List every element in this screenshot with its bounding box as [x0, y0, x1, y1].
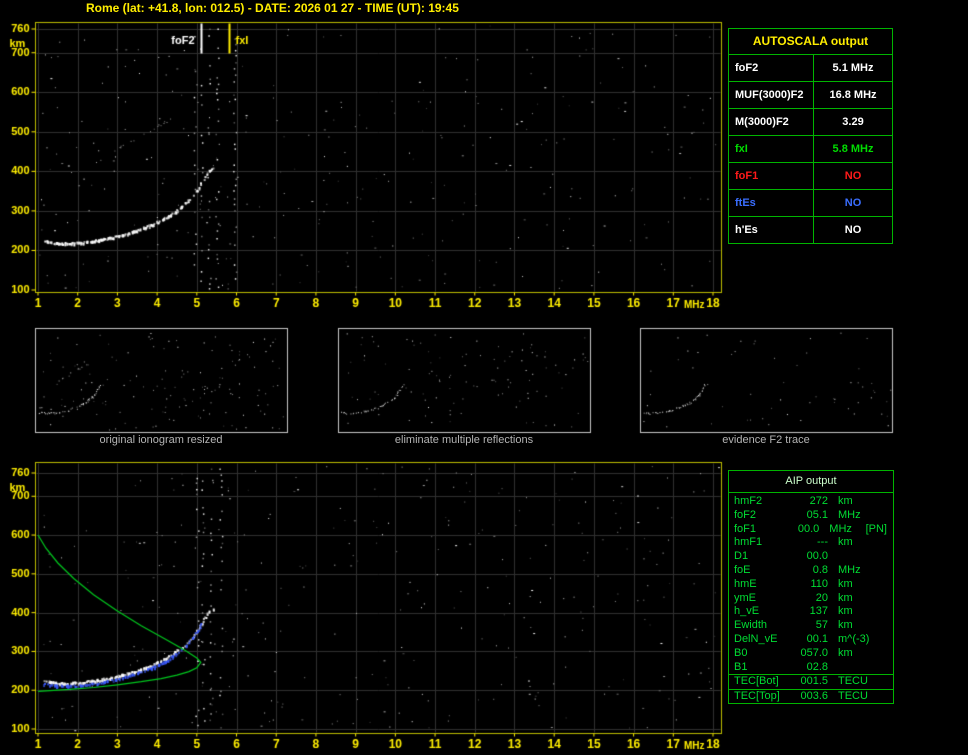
autoscala-table-row: foF2 5.1 MHz: [729, 55, 892, 81]
param-label: foF2: [735, 62, 759, 74]
param-label: ftEs: [735, 197, 756, 209]
autoscala-table-row: fxI 5.8 MHz: [729, 135, 892, 162]
autoscala-table-row: MUF(3000)F2 16.8 MHz: [729, 81, 892, 108]
aip-table-row: B0 057.0 km: [729, 647, 893, 661]
param-unit: km: [838, 495, 853, 507]
param-unit: [828, 661, 878, 675]
param-note: [PN]: [865, 522, 887, 535]
autoscala-screen: Rome (lat: +41.8, lon: 012.5) - DATE: 20…: [0, 0, 968, 755]
param-value: 5.8 MHz: [813, 136, 892, 162]
aip-table-row: foF1 00.0 MHz [PN]: [729, 523, 893, 537]
autoscala-output-table: AUTOSCALA output foF2 5.1 MHz MUF(3000)F2 1…: [728, 28, 893, 244]
param-value: NO: [813, 217, 892, 243]
param-label: fxI: [735, 143, 748, 155]
param-label: DelN_vE: [734, 632, 778, 645]
param-value: 57: [815, 619, 828, 632]
param-unit: [828, 550, 878, 564]
param-label: hmF2: [734, 495, 763, 507]
aip-output-table: AIP output hmF2 272 km foF2 05.1 MHz foF1 00.0 M…: [728, 470, 894, 705]
aip-table-row: foF2 05.1 MHz: [729, 509, 893, 523]
aip-table-row: ymE 20 km: [729, 592, 893, 606]
aip-tec-rows: TEC[Bot] 001.5 TECU TEC[Top] 003.6 TECU: [729, 674, 893, 703]
param-unit: MHz: [838, 563, 861, 576]
aip-table-row: DelN_vE 00.1 m^(-3): [729, 633, 893, 647]
thumbnail-caption-eliminate: eliminate multiple reflections: [394, 434, 534, 446]
param-value: 16.8 MHz: [813, 82, 892, 108]
autoscala-table-rows: foF2 5.1 MHz MUF(3000)F2 16.8 MHz M(3000)F2 3…: [729, 55, 892, 243]
aip-table-header: AIP output: [729, 471, 893, 493]
param-value: 110: [810, 577, 828, 590]
param-label: h_vE: [734, 605, 760, 618]
param-value: 05.1: [806, 508, 828, 521]
param-value: 00.0: [797, 522, 820, 535]
autoscala-table-row: M(3000)F2 3.29: [729, 108, 892, 135]
aip-table-row: TEC[Top] 003.6 TECU: [729, 690, 893, 704]
param-unit: TECU: [838, 689, 868, 702]
param-value: 3.29: [813, 109, 892, 135]
param-value: 00.1: [806, 632, 828, 645]
station-date-time-title: Rome (lat: +41.8, lon: 012.5) - DATE: 20…: [86, 1, 459, 15]
param-unit: MHz: [829, 522, 852, 535]
param-label: D1: [734, 550, 749, 563]
param-label: B1: [734, 660, 748, 673]
autoscala-table-row: foF1 NO: [729, 162, 892, 189]
param-label: foF1: [734, 522, 757, 535]
param-label: TEC[Bot]: [734, 675, 779, 688]
param-label: MUF(3000)F2: [735, 89, 804, 101]
param-label: hmE: [734, 577, 757, 590]
param-unit: km: [838, 591, 853, 604]
autoscala-table-row: ftEs NO: [729, 189, 892, 216]
param-label: foE: [734, 563, 751, 576]
aip-table-row: foE 0.8 MHz: [729, 564, 893, 578]
aip-table-rows: hmF2 272 km foF2 05.1 MHz foF1 00.0 MHz [PN] hmF1-…: [729, 493, 893, 674]
param-value: 003.6: [800, 689, 828, 702]
param-label: Ewidth: [734, 619, 768, 632]
param-value: 057.0: [800, 646, 828, 659]
param-label: B0: [734, 646, 748, 659]
param-value: NO: [813, 163, 892, 189]
param-label: foF2: [734, 508, 757, 521]
autoscala-table-header: AUTOSCALA output: [729, 29, 892, 55]
param-label: ymE: [734, 591, 756, 604]
param-unit: km: [838, 646, 853, 659]
aip-table-row: B1 02.8: [729, 661, 893, 675]
aip-table-row: hmF2 272 km: [729, 495, 893, 509]
param-value: 001.5: [800, 675, 828, 688]
param-value: 0.8: [812, 563, 828, 576]
param-value: 00.0: [806, 550, 828, 563]
aip-table-row: D1 00.0: [729, 550, 893, 564]
param-unit: TECU: [838, 675, 868, 688]
param-value: NO: [813, 190, 892, 216]
param-value: ---: [817, 536, 828, 549]
aip-table-row: hmF1 --- km: [729, 536, 893, 550]
param-unit: m^(-3): [838, 632, 870, 645]
param-label: TEC[Top]: [734, 689, 780, 702]
param-unit: km: [838, 577, 853, 590]
param-value: 20: [815, 591, 828, 604]
param-value: 272: [809, 495, 828, 507]
param-value: 5.1 MHz: [813, 55, 892, 81]
param-label: foF1: [735, 170, 759, 182]
aip-table-row: h_vE 137 km: [729, 605, 893, 619]
autoscala-table-row: h'Es NO: [729, 216, 892, 243]
param-value: 02.8: [806, 660, 828, 673]
param-unit: km: [838, 536, 853, 549]
aip-table-row: hmE 110 km: [729, 578, 893, 592]
param-label: M(3000)F2: [735, 116, 789, 128]
aip-table-row: Ewidth 57 km: [729, 619, 893, 633]
param-value: 137: [809, 605, 828, 618]
param-unit: km: [838, 619, 853, 632]
param-unit: km: [838, 605, 853, 618]
param-label: hmF1: [734, 536, 763, 549]
thumbnail-caption-original: original ionogram resized: [99, 434, 223, 446]
aip-table-row: TEC[Bot] 001.5 TECU: [729, 675, 893, 690]
param-label: h'Es: [735, 224, 758, 236]
thumbnail-caption-evidence: evidence F2 trace: [722, 434, 810, 446]
param-unit: MHz: [838, 508, 861, 521]
